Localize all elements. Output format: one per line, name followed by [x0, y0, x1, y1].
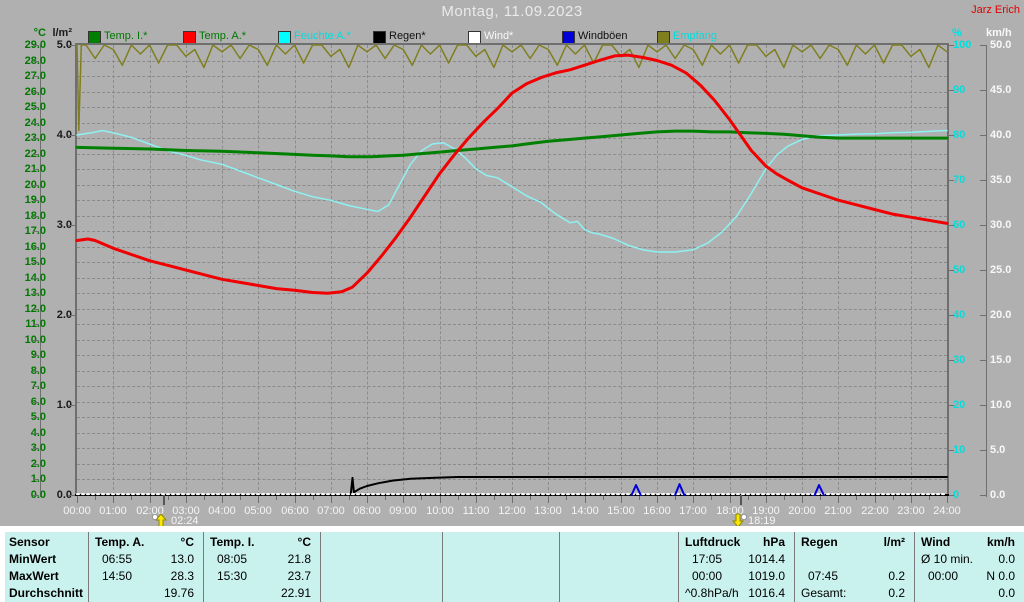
x-axis-tick [403, 496, 404, 503]
x-axis-tick [186, 496, 187, 503]
x-axis-tick [258, 496, 259, 503]
series-windb-en [630, 484, 642, 496]
table-cell: 0.0 [998, 552, 1015, 566]
x-axis-tick [222, 496, 223, 503]
x-axis-tick [766, 496, 767, 503]
x-axis-tick [331, 496, 332, 503]
x-axis-tick [875, 496, 876, 503]
table-cell: 0.2 [888, 569, 905, 583]
x-axis-tick [947, 496, 948, 503]
table-column-separator [320, 532, 321, 602]
x-axis-tick [838, 496, 839, 503]
x-axis-tick [657, 496, 658, 503]
x-axis-halfhour-tick [784, 496, 785, 500]
x-axis-halfhour-tick [566, 496, 567, 500]
table-cell: 0.0 [998, 586, 1015, 600]
table-cell: 13.0 [170, 552, 194, 566]
x-axis-tick [911, 496, 912, 503]
x-axis-tick [693, 496, 694, 503]
x-axis-tick [150, 496, 151, 503]
x-axis-halfhour-tick [856, 496, 857, 500]
x-axis-halfhour-tick [421, 496, 422, 500]
x-axis-halfhour-tick [929, 496, 930, 500]
table-cell: km/h [986, 535, 1015, 549]
x-axis-halfhour-tick [168, 496, 169, 500]
table-cell: MaxWert [9, 569, 59, 583]
table-cell: Durchschnitt [9, 586, 84, 600]
x-axis-halfhour-tick [95, 496, 96, 500]
x-axis-tick [440, 496, 441, 503]
table-cell: °C [180, 535, 194, 549]
x-axis-halfhour-tick [131, 496, 132, 500]
table-cell: Sensor [9, 535, 50, 549]
x-axis-tick [113, 496, 114, 503]
table-cell: l/m² [883, 535, 905, 549]
marker-tick [163, 495, 165, 505]
table-cell: 19.76 [163, 586, 194, 600]
x-axis-halfhour-tick [349, 496, 350, 500]
x-axis-halfhour-tick [639, 496, 640, 500]
table-cell: hPa [762, 535, 785, 549]
x-axis-tick [585, 496, 586, 503]
series-empfang [76, 44, 948, 132]
table-column-separator [559, 532, 560, 602]
x-axis-halfhour-tick [675, 496, 676, 500]
series-temp-a- [75, 53, 949, 295]
x-axis-halfhour-tick [494, 496, 495, 500]
x-axis-label: 24:00 [933, 505, 961, 517]
x-axis-halfhour-tick [603, 496, 604, 500]
marker-tick [740, 495, 742, 505]
table-cell: 28.3 [170, 569, 194, 583]
x-axis-halfhour-tick [276, 496, 277, 500]
x-axis-halfhour-tick [893, 496, 894, 500]
table-column-separator [88, 532, 89, 602]
table-cell: N 0.0 [986, 569, 1015, 583]
x-axis-tick [621, 496, 622, 503]
x-axis-tick [730, 496, 731, 503]
x-axis-tick [512, 496, 513, 503]
x-axis-tick [802, 496, 803, 503]
table-cell: °C [297, 535, 311, 549]
x-axis-halfhour-tick [313, 496, 314, 500]
table-cell: 1016.4 [748, 586, 785, 600]
table-cell: 21.8 [287, 552, 311, 566]
x-axis-halfhour-tick [530, 496, 531, 500]
x-axis-tick [548, 496, 549, 503]
table-column-separator [794, 532, 795, 602]
table-column-separator [203, 532, 204, 602]
table-cell: 23.7 [287, 569, 311, 583]
table-cell: 1014.4 [748, 552, 785, 566]
x-axis-halfhour-tick [240, 496, 241, 500]
series-temp-i- [75, 129, 949, 159]
x-axis-halfhour-tick [204, 496, 205, 500]
x-axis-halfhour-tick [748, 496, 749, 500]
table-cell: 0.2 [888, 586, 905, 600]
x-axis-halfhour-tick [385, 496, 386, 500]
weather-chart-window: Montag, 11.09.2023 Jarz Erich Temp. I.* T… [0, 0, 1024, 602]
x-axis-tick [77, 496, 78, 503]
table-cell: MinWert [9, 552, 57, 566]
x-axis-halfhour-tick [711, 496, 712, 500]
table-column-separator [914, 532, 915, 602]
x-axis-tick [295, 496, 296, 503]
x-axis-tick [476, 496, 477, 503]
table-cell: 1019.0 [748, 569, 785, 583]
x-axis-tick [367, 496, 368, 503]
table-column-separator [442, 532, 443, 602]
table-cell: 22.91 [280, 586, 311, 600]
table-column-separator [678, 532, 679, 602]
x-axis-halfhour-tick [458, 496, 459, 500]
x-axis-halfhour-tick [820, 496, 821, 500]
